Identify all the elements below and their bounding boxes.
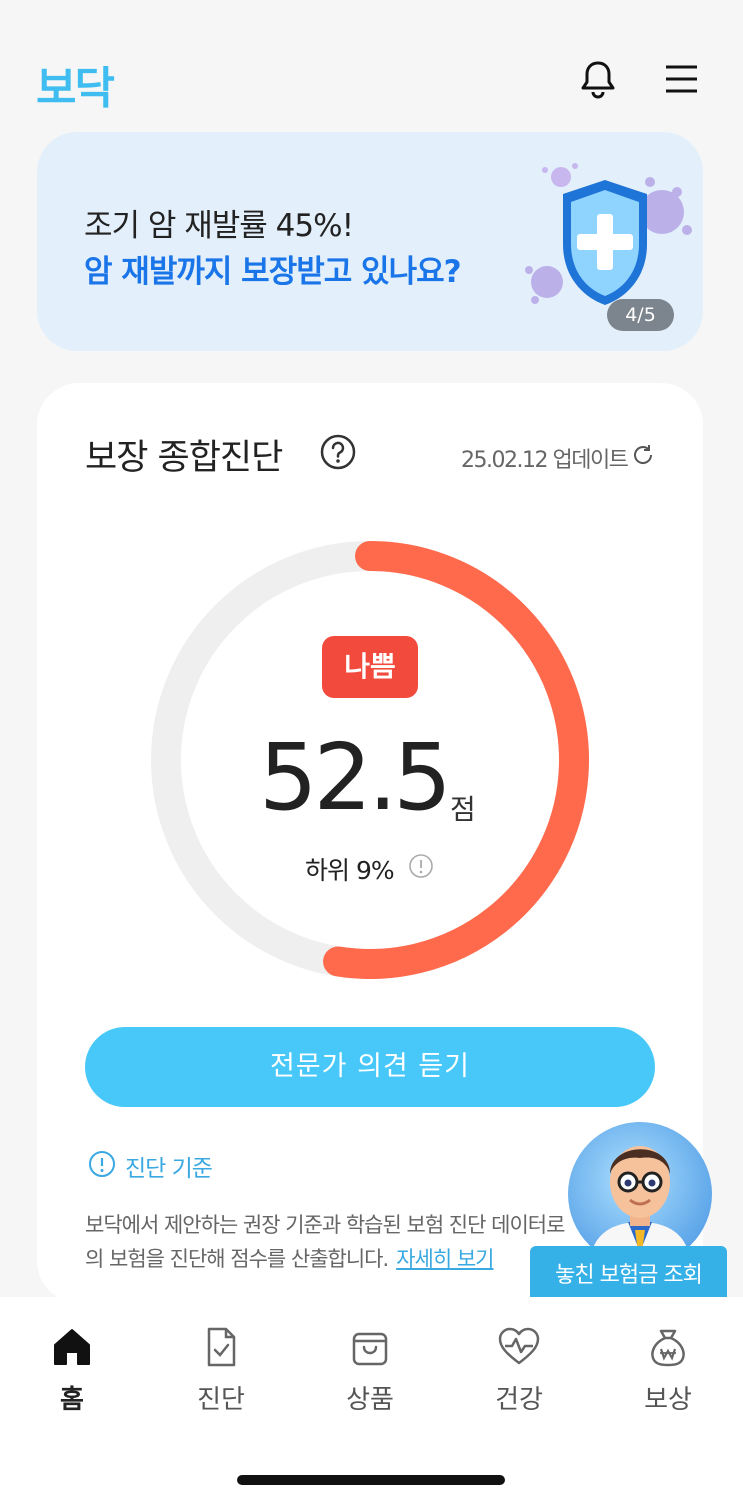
info-icon (89, 1151, 115, 1177)
tab-label: 홈 (60, 1385, 84, 1415)
tab-compensation[interactable]: 보상 (618, 1325, 718, 1416)
criteria-description-line2: 의 보험을 진단해 점수를 산출합니다. 자세히 보기 (85, 1243, 494, 1273)
refresh-icon[interactable] (631, 443, 655, 467)
banner-headline: 조기 암 재발률 45%! (84, 208, 354, 244)
home-icon (54, 1329, 90, 1365)
doctor-avatar-icon (590, 1146, 690, 1266)
app-logo[interactable]: 보닥 (36, 52, 115, 116)
tab-home[interactable]: 홈 (22, 1325, 122, 1416)
expert-opinion-button[interactable]: 전문가 의견 듣기 (85, 1027, 655, 1107)
heart-pulse-icon (498, 1327, 540, 1365)
criteria-label: 진단 기준 (125, 1156, 213, 1182)
shopping-bag-icon (352, 1332, 388, 1366)
bottom-tab-bar: 홈 진단 상품 건강 보상 (0, 1297, 743, 1503)
bell-icon[interactable] (577, 58, 619, 100)
criteria-description-text: 의 보험을 진단해 점수를 산출합니다. (85, 1247, 389, 1271)
info-icon[interactable] (408, 853, 434, 879)
help-icon[interactable] (320, 434, 356, 470)
updated-date: 25.02.12 업데이트 (461, 448, 629, 473)
menu-icon[interactable] (661, 60, 701, 98)
top-bar: 보닥 (0, 0, 743, 125)
banner-pager: 4/5 (607, 299, 674, 331)
score-value: 52.5 (259, 724, 452, 831)
tab-health[interactable]: 건강 (469, 1325, 569, 1416)
tab-label: 상품 (346, 1385, 394, 1415)
status-badge: 나쁨 (322, 636, 418, 698)
document-check-icon (207, 1327, 236, 1367)
more-link[interactable]: 자세히 보기 (396, 1247, 494, 1271)
criteria-description: 보닥에서 제안하는 권장 기준과 학습된 보험 진단 데이터로 (85, 1213, 565, 1237)
tab-label: 보상 (644, 1385, 692, 1415)
rank-text: 하위 9% (305, 856, 395, 885)
banner-subheadline: 암 재발까지 보장받고 있나요? (84, 254, 462, 290)
tab-label: 건강 (495, 1385, 543, 1415)
tab-diagnosis[interactable]: 진단 (171, 1325, 271, 1416)
home-indicator (237, 1475, 505, 1485)
card-title: 보장 종합진단 (85, 438, 283, 478)
tab-label: 진단 (197, 1385, 245, 1415)
money-bag-icon (651, 1329, 685, 1367)
tab-products[interactable]: 상품 (320, 1325, 420, 1416)
score-unit: 점 (450, 793, 476, 826)
promo-banner[interactable]: 조기 암 재발률 45%! 암 재발까지 보장받고 있나요? 4/5 (37, 132, 703, 351)
assistant-avatar[interactable] (568, 1122, 712, 1266)
